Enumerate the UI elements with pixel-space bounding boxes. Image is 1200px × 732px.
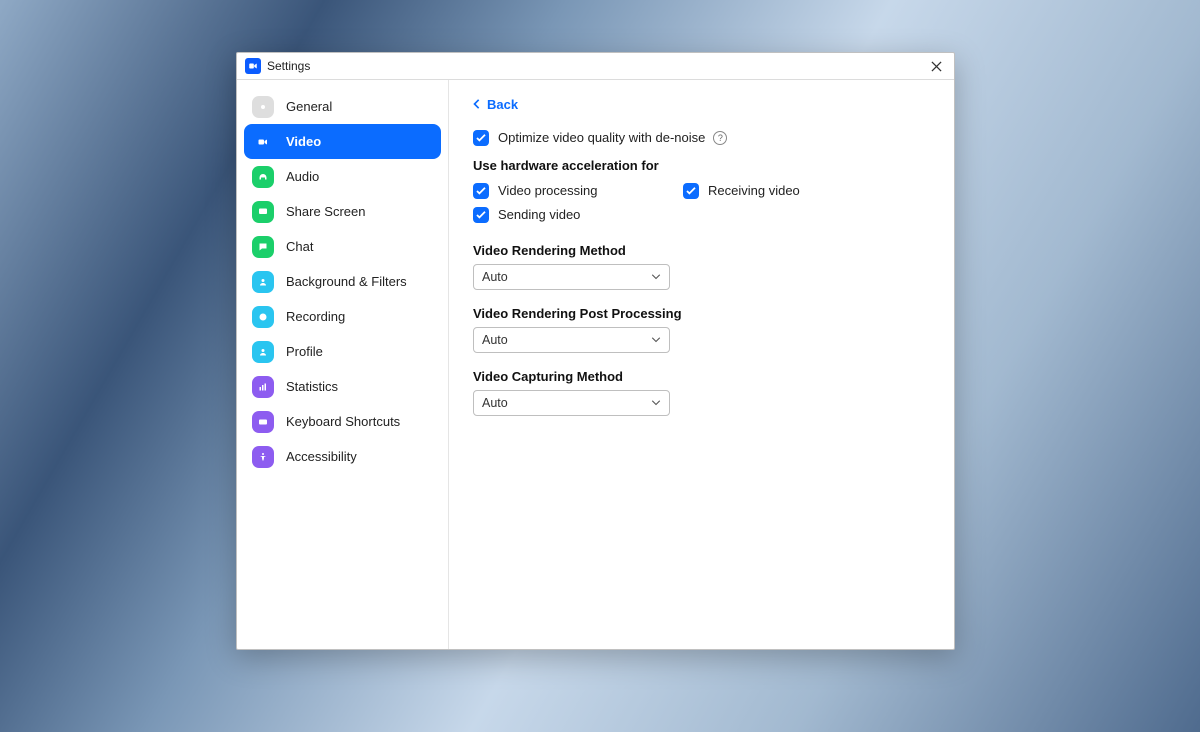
sidebar-item-accessibility[interactable]: Accessibility [244, 439, 441, 474]
hw-receiving-video-label: Receiving video [708, 183, 800, 198]
accessibility-icon [252, 446, 274, 468]
chevron-left-icon [473, 99, 481, 109]
back-link[interactable]: Back [473, 97, 518, 112]
optimize-video-row[interactable]: Optimize video quality with de-noise ? [473, 130, 930, 146]
sidebar-item-profile[interactable]: Profile [244, 334, 441, 369]
sidebar: General Video Audio Share Screen [237, 80, 449, 649]
sidebar-item-label: Audio [286, 169, 319, 184]
hw-receiving-video-row[interactable]: Receiving video [683, 183, 930, 199]
sidebar-item-label: Background & Filters [286, 274, 407, 289]
checkbox-receiving-video[interactable] [683, 183, 699, 199]
chevron-down-icon [651, 400, 661, 406]
video-icon [252, 131, 274, 153]
window-title: Settings [267, 59, 310, 73]
sidebar-item-label: Recording [286, 309, 345, 324]
sidebar-item-audio[interactable]: Audio [244, 159, 441, 194]
hw-sending-video-label: Sending video [498, 207, 580, 222]
chevron-down-icon [651, 274, 661, 280]
gear-icon [252, 96, 274, 118]
sidebar-item-general[interactable]: General [244, 89, 441, 124]
close-button[interactable] [922, 54, 950, 78]
rendering-method-label: Video Rendering Method [473, 243, 930, 258]
rendering-method-dropdown[interactable]: Auto [473, 264, 670, 290]
checkbox-optimize[interactable] [473, 130, 489, 146]
sidebar-item-statistics[interactable]: Statistics [244, 369, 441, 404]
statistics-icon [252, 376, 274, 398]
sidebar-item-label: Chat [286, 239, 313, 254]
sidebar-item-share-screen[interactable]: Share Screen [244, 194, 441, 229]
chevron-down-icon [651, 337, 661, 343]
app-icon [245, 58, 261, 74]
sidebar-item-label: Accessibility [286, 449, 357, 464]
capturing-method-value: Auto [482, 396, 508, 410]
chat-icon [252, 236, 274, 258]
sidebar-item-chat[interactable]: Chat [244, 229, 441, 264]
sidebar-item-label: General [286, 99, 332, 114]
rendering-post-label: Video Rendering Post Processing [473, 306, 930, 321]
sidebar-item-keyboard-shortcuts[interactable]: Keyboard Shortcuts [244, 404, 441, 439]
back-label: Back [487, 97, 518, 112]
sidebar-item-label: Profile [286, 344, 323, 359]
sidebar-item-label: Video [286, 134, 321, 149]
person-blur-icon [252, 271, 274, 293]
rendering-post-dropdown[interactable]: Auto [473, 327, 670, 353]
sidebar-item-video[interactable]: Video [244, 124, 441, 159]
hw-video-processing-row[interactable]: Video processing [473, 183, 683, 199]
hw-accel-heading: Use hardware acceleration for [473, 158, 930, 173]
sidebar-item-recording[interactable]: Recording [244, 299, 441, 334]
share-screen-icon [252, 201, 274, 223]
sidebar-item-background-filters[interactable]: Background & Filters [244, 264, 441, 299]
rendering-post-value: Auto [482, 333, 508, 347]
capturing-method-label: Video Capturing Method [473, 369, 930, 384]
rendering-method-value: Auto [482, 270, 508, 284]
hw-sending-video-row[interactable]: Sending video [473, 207, 683, 223]
record-icon [252, 306, 274, 328]
keyboard-icon [252, 411, 274, 433]
hw-video-processing-label: Video processing [498, 183, 598, 198]
window-body: General Video Audio Share Screen [237, 80, 954, 649]
checkbox-video-processing[interactable] [473, 183, 489, 199]
titlebar: Settings [237, 53, 954, 80]
sidebar-item-label: Share Screen [286, 204, 366, 219]
checkbox-sending-video[interactable] [473, 207, 489, 223]
optimize-label: Optimize video quality with de-noise [498, 130, 705, 145]
profile-icon [252, 341, 274, 363]
sidebar-item-label: Statistics [286, 379, 338, 394]
capturing-method-dropdown[interactable]: Auto [473, 390, 670, 416]
headphones-icon [252, 166, 274, 188]
help-icon[interactable]: ? [713, 131, 727, 145]
hw-accel-grid: Video processing Receiving video Sending… [473, 183, 930, 223]
content-panel: Back Optimize video quality with de-nois… [449, 80, 954, 649]
settings-window: Settings General Video [236, 52, 955, 650]
sidebar-item-label: Keyboard Shortcuts [286, 414, 400, 429]
